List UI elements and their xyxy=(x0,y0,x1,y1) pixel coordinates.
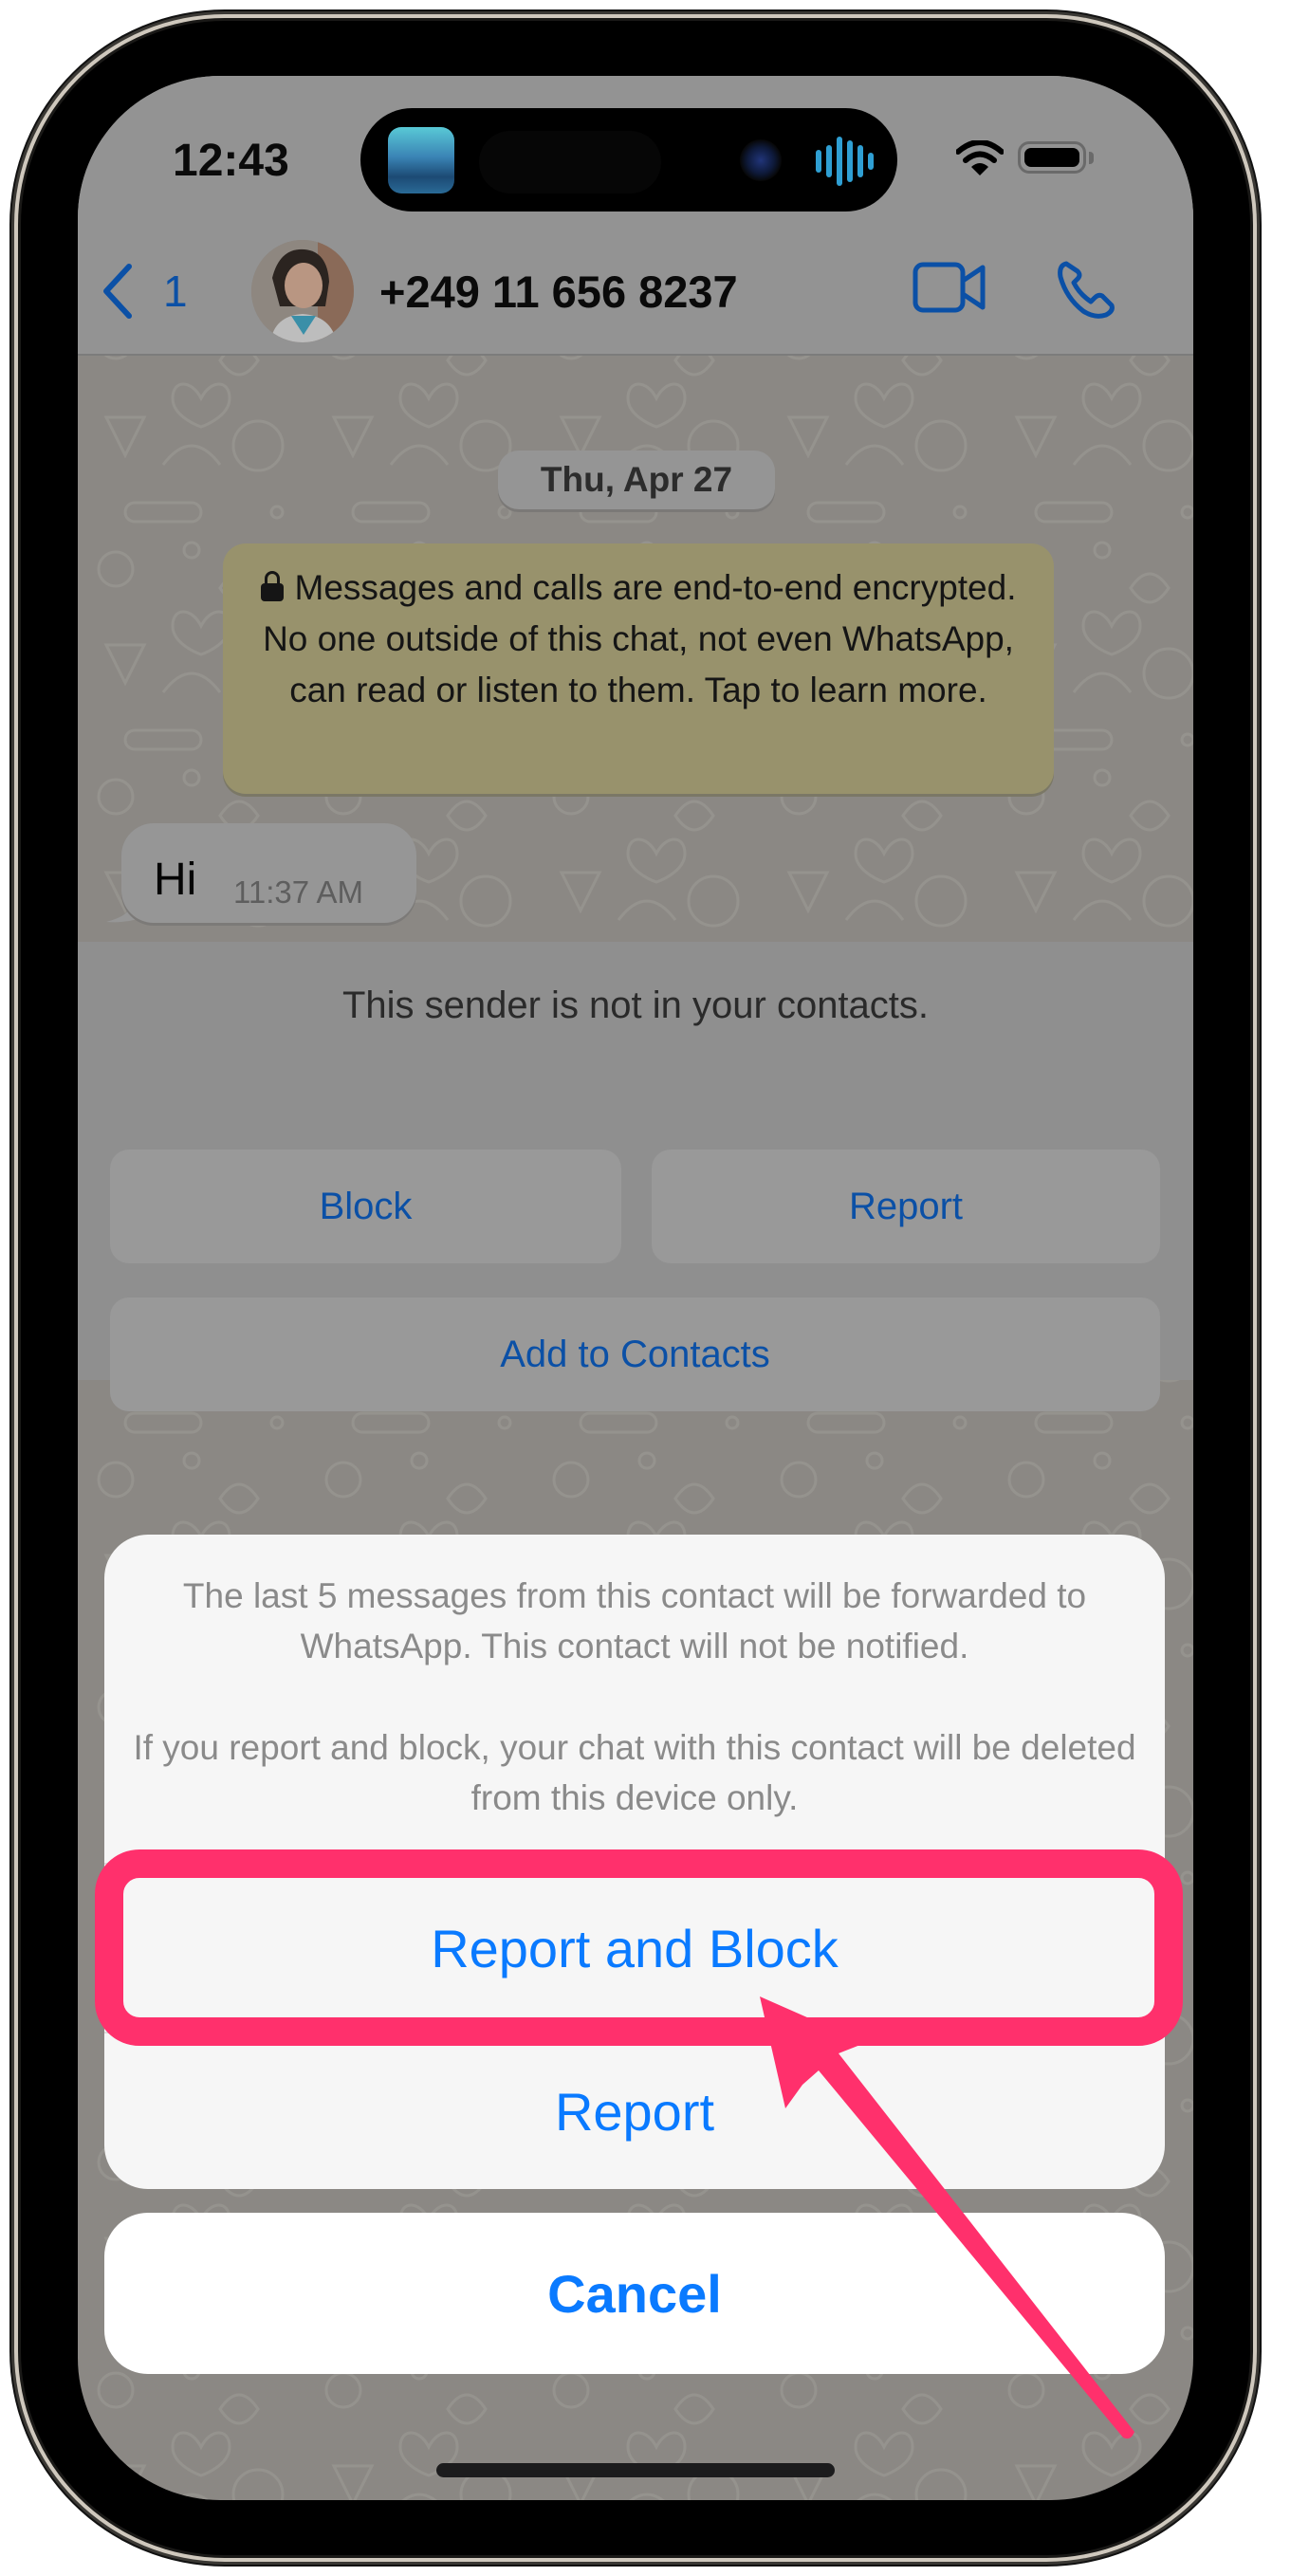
unread-count: 1 xyxy=(163,267,188,316)
unknown-sender-banner: This sender is not in your contacts. Blo… xyxy=(78,942,1193,1411)
cancel-button[interactable]: Cancel xyxy=(104,2213,1165,2374)
action-sheet-message-2: If you report and block, your chat with … xyxy=(133,1728,1136,1817)
power-button xyxy=(1248,828,1262,1135)
camera-indicator xyxy=(740,139,782,181)
message-time: 11:37 AM xyxy=(233,874,363,910)
contact-avatar[interactable] xyxy=(251,240,354,342)
block-button[interactable]: Block xyxy=(110,1150,621,1263)
back-button[interactable]: 1 xyxy=(101,261,188,322)
encryption-notice[interactable]: Messages and calls are end-to-end encryp… xyxy=(223,543,1054,794)
chat-header: 12:43 1 +249 11 656 8237 xyxy=(78,76,1193,356)
avatar-image xyxy=(251,240,354,342)
phone-screen: 12:43 1 +249 11 656 8237 Thu, Apr 27 Mes… xyxy=(78,76,1193,2500)
wifi-icon xyxy=(956,140,1004,175)
add-to-contacts-button[interactable]: Add to Contacts xyxy=(110,1297,1160,1411)
date-separator: Thu, Apr 27 xyxy=(498,451,775,509)
video-call-icon[interactable] xyxy=(913,262,986,313)
encryption-notice-text: Messages and calls are end-to-end encryp… xyxy=(263,568,1017,709)
audio-waveform-icon xyxy=(816,137,874,186)
battery-nub xyxy=(1089,152,1094,164)
contact-name[interactable]: +249 11 656 8237 xyxy=(379,266,738,318)
dynamic-island[interactable] xyxy=(360,108,897,212)
now-playing-artwork xyxy=(388,127,454,193)
phone-call-icon[interactable] xyxy=(1057,258,1117,319)
battery-icon xyxy=(1018,141,1086,174)
chevron-left-icon xyxy=(103,264,132,319)
message-text: Hi xyxy=(154,855,197,905)
home-indicator[interactable] xyxy=(436,2463,835,2477)
unknown-sender-text: This sender is not in your contacts. xyxy=(341,984,930,1026)
report-action-button[interactable]: Report xyxy=(104,2033,1165,2189)
report-and-block-button[interactable]: Report and Block xyxy=(104,1865,1165,2032)
action-sheet: The last 5 messages from this contact wi… xyxy=(104,1535,1165,2189)
status-time: 12:43 xyxy=(173,136,289,186)
report-button[interactable]: Report xyxy=(652,1150,1160,1263)
lock-icon xyxy=(260,571,284,601)
sensor-area xyxy=(479,131,661,193)
action-sheet-message-1: The last 5 messages from this contact wi… xyxy=(182,1576,1087,1665)
